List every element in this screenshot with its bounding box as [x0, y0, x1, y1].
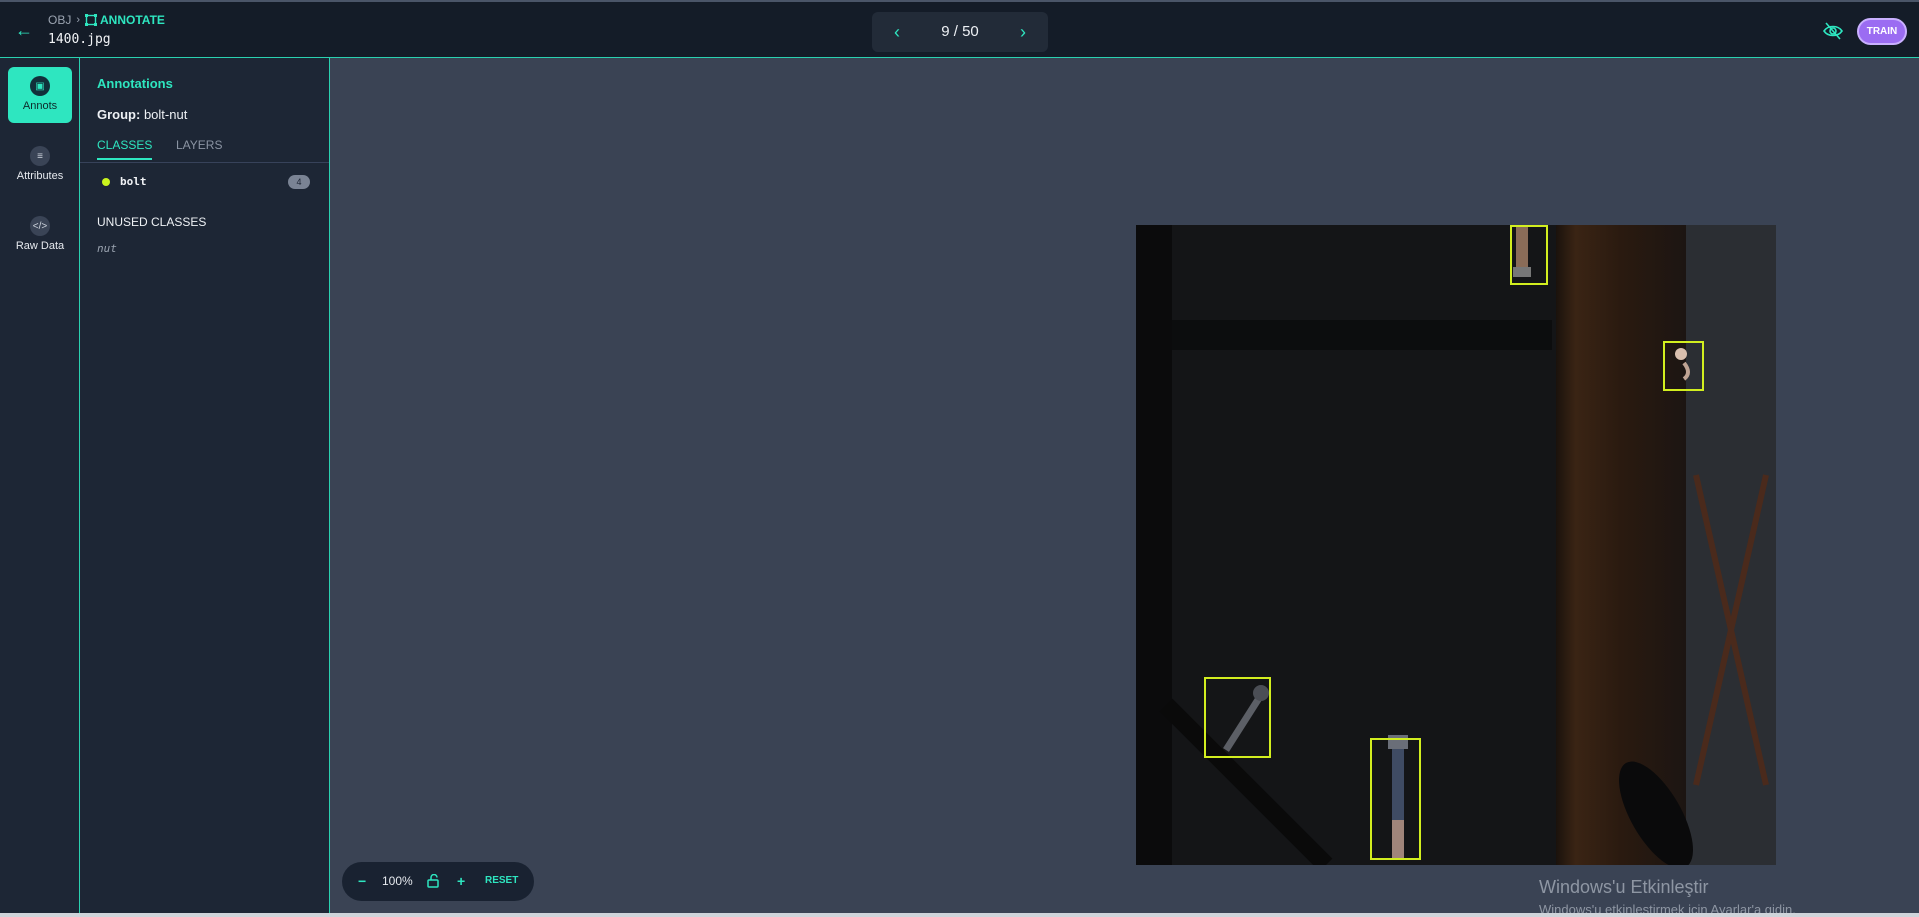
- bounding-box-bolt[interactable]: [1663, 341, 1704, 391]
- panel-title: Annotations: [97, 76, 173, 91]
- nav-annots-label: Annots: [22, 100, 58, 112]
- group-info: Group: bolt-nut: [97, 107, 187, 122]
- panel-tabs: CLASSES LAYERS: [80, 130, 329, 163]
- annotated-image[interactable]: [1136, 225, 1776, 865]
- nav-attributes[interactable]: ≡ Attributes: [8, 137, 72, 193]
- unused-classes-heading: UNUSED CLASSES: [97, 215, 207, 229]
- bounding-box-bolt[interactable]: [1204, 677, 1271, 758]
- taskbar-edge: [0, 913, 1919, 917]
- image-pager: ‹ 9 / 50 ›: [872, 12, 1048, 52]
- nav-raw-data[interactable]: </> Raw Data: [8, 207, 72, 263]
- bounding-box-bolt[interactable]: [1510, 225, 1548, 285]
- code-icon: </>: [30, 216, 50, 236]
- class-count-badge: 4: [288, 175, 310, 189]
- canvas-area[interactable]: [330, 58, 1919, 917]
- breadcrumb-root[interactable]: OBJ: [48, 13, 71, 27]
- breadcrumb: OBJ › ANNOTATE: [48, 13, 165, 27]
- nav-attributes-label: Attributes: [16, 170, 64, 182]
- group-label: Group:: [97, 107, 141, 122]
- unused-class-nut[interactable]: nut: [97, 242, 117, 255]
- bounding-box-bolt[interactable]: [1370, 738, 1421, 860]
- tab-layers[interactable]: LAYERS: [176, 138, 222, 158]
- class-row-bolt[interactable]: bolt 4: [94, 172, 316, 192]
- annotations-panel: Annotations Group: bolt-nut CLASSES LAYE…: [80, 58, 330, 917]
- annotate-icon: [85, 14, 98, 26]
- group-value: bolt-nut: [143, 107, 188, 122]
- zoom-out-button[interactable]: −: [358, 872, 366, 890]
- breadcrumb-current-label: ANNOTATE: [100, 13, 165, 27]
- back-arrow-icon[interactable]: ←: [14, 20, 34, 40]
- file-name: 1400.jpg: [48, 32, 111, 47]
- nav-raw-data-label: Raw Data: [15, 240, 65, 252]
- reset-zoom-button[interactable]: RESET: [485, 875, 518, 886]
- image-content: [1136, 225, 1776, 865]
- breadcrumb-current: ANNOTATE: [85, 13, 165, 27]
- windows-activation-watermark: Windows'u Etkinleştir Windows'u etkinleş…: [1539, 877, 1796, 917]
- annotation-icon: ▣: [30, 76, 50, 96]
- zoom-controls: − 100% + RESET: [342, 862, 534, 901]
- top-bar: ← OBJ › ANNOTATE 1400.jpg ‹ 9 / 50 › TRA…: [0, 0, 1919, 58]
- chevron-right-icon[interactable]: ›: [1011, 20, 1035, 44]
- zoom-level: 100%: [382, 874, 413, 888]
- eye-off-icon[interactable]: [1822, 20, 1844, 42]
- left-nav: ▣ Annots ≡ Attributes </> Raw Data: [0, 58, 80, 917]
- list-icon: ≡: [30, 146, 50, 166]
- tab-classes[interactable]: CLASSES: [97, 138, 153, 160]
- unlock-icon[interactable]: [426, 874, 440, 888]
- class-color-dot: [102, 178, 110, 186]
- train-button[interactable]: TRAIN: [1857, 18, 1907, 45]
- zoom-in-button[interactable]: +: [457, 872, 465, 890]
- nav-annots[interactable]: ▣ Annots: [8, 67, 72, 123]
- chevron-right-icon: ›: [76, 14, 81, 26]
- watermark-title: Windows'u Etkinleştir: [1539, 877, 1709, 897]
- class-name: bolt: [120, 175, 147, 188]
